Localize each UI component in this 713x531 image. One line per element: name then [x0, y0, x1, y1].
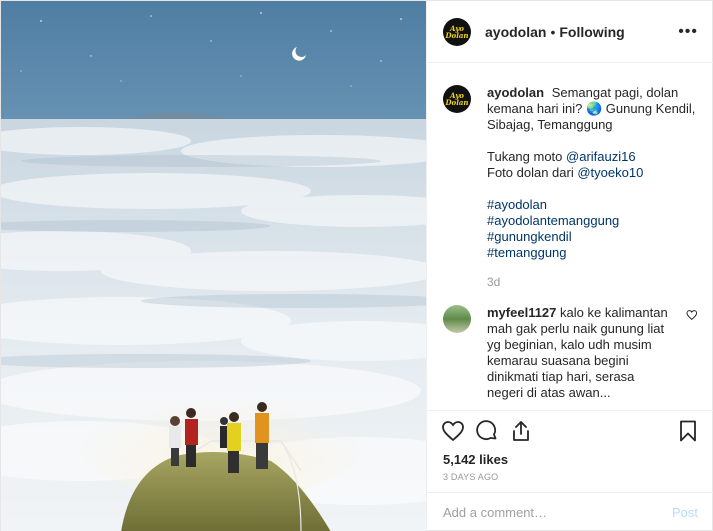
caption-avatar[interactable]: Ayo Dolan: [443, 85, 471, 113]
comment-like-heart-icon[interactable]: [686, 309, 698, 321]
caption-age[interactable]: 3d: [487, 275, 698, 289]
author-username[interactable]: ayodolan: [485, 24, 546, 40]
post-header: Ayo Dolan ayodolan • Following •••: [427, 1, 713, 63]
ayodolan-logo: Ayo Dolan: [445, 23, 469, 40]
instagram-post: Ayo Dolan ayodolan • Following ••• Ayo Dol…: [0, 0, 713, 531]
heart-icon[interactable]: [441, 419, 465, 443]
sea-of-clouds-image: [1, 1, 426, 531]
header-separator: •: [550, 23, 556, 40]
commenter-username[interactable]: myfeel1127: [487, 305, 556, 320]
ayodolan-logo: Ayo Dolan: [445, 91, 469, 107]
commenter-avatar[interactable]: [443, 305, 471, 333]
comments-section: Ayo Dolan ayodolan Semangat pagi, dolan k…: [427, 63, 713, 410]
add-comment-bar: Post: [427, 492, 713, 531]
like-count[interactable]: 5,142 likes: [427, 450, 713, 470]
hashtag-link[interactable]: #ayodolan: [487, 197, 698, 213]
action-bar: [427, 410, 713, 450]
caption: Ayo Dolan ayodolan Semangat pagi, dolan k…: [443, 85, 698, 261]
comment-input[interactable]: [443, 505, 672, 520]
caption-username[interactable]: ayodolan: [487, 85, 544, 100]
bookmark-icon[interactable]: [676, 419, 700, 443]
post-photo[interactable]: [1, 1, 426, 531]
author-avatar[interactable]: Ayo Dolan: [443, 17, 471, 46]
hashtag-link[interactable]: #ayodolantemanggung: [487, 213, 698, 229]
comment-bubble-icon[interactable]: [475, 419, 499, 443]
comment-item: myfeel1127 kalo ke kalimantan mah gak pe…: [443, 305, 698, 401]
hashtag-link[interactable]: #temanggung: [487, 245, 698, 261]
post-comment-button[interactable]: Post: [672, 505, 698, 520]
mention-link[interactable]: @tyoeko10: [577, 165, 643, 180]
post-sidebar: Ayo Dolan ayodolan • Following ••• Ayo Dol…: [426, 1, 713, 531]
following-button[interactable]: Following: [559, 24, 624, 40]
header-text: ayodolan • Following: [485, 24, 625, 40]
post-date[interactable]: 3 DAYS AGO: [427, 470, 713, 492]
caption-text: ayodolan Semangat pagi, dolan kemana har…: [487, 85, 698, 261]
hashtag-link[interactable]: #gunungkendil: [487, 229, 698, 245]
comment-text: myfeel1127 kalo ke kalimantan mah gak pe…: [487, 305, 668, 400]
more-options-icon[interactable]: •••: [678, 23, 698, 41]
mention-link[interactable]: @arifauzi16: [566, 149, 636, 164]
share-icon[interactable]: [509, 419, 533, 443]
